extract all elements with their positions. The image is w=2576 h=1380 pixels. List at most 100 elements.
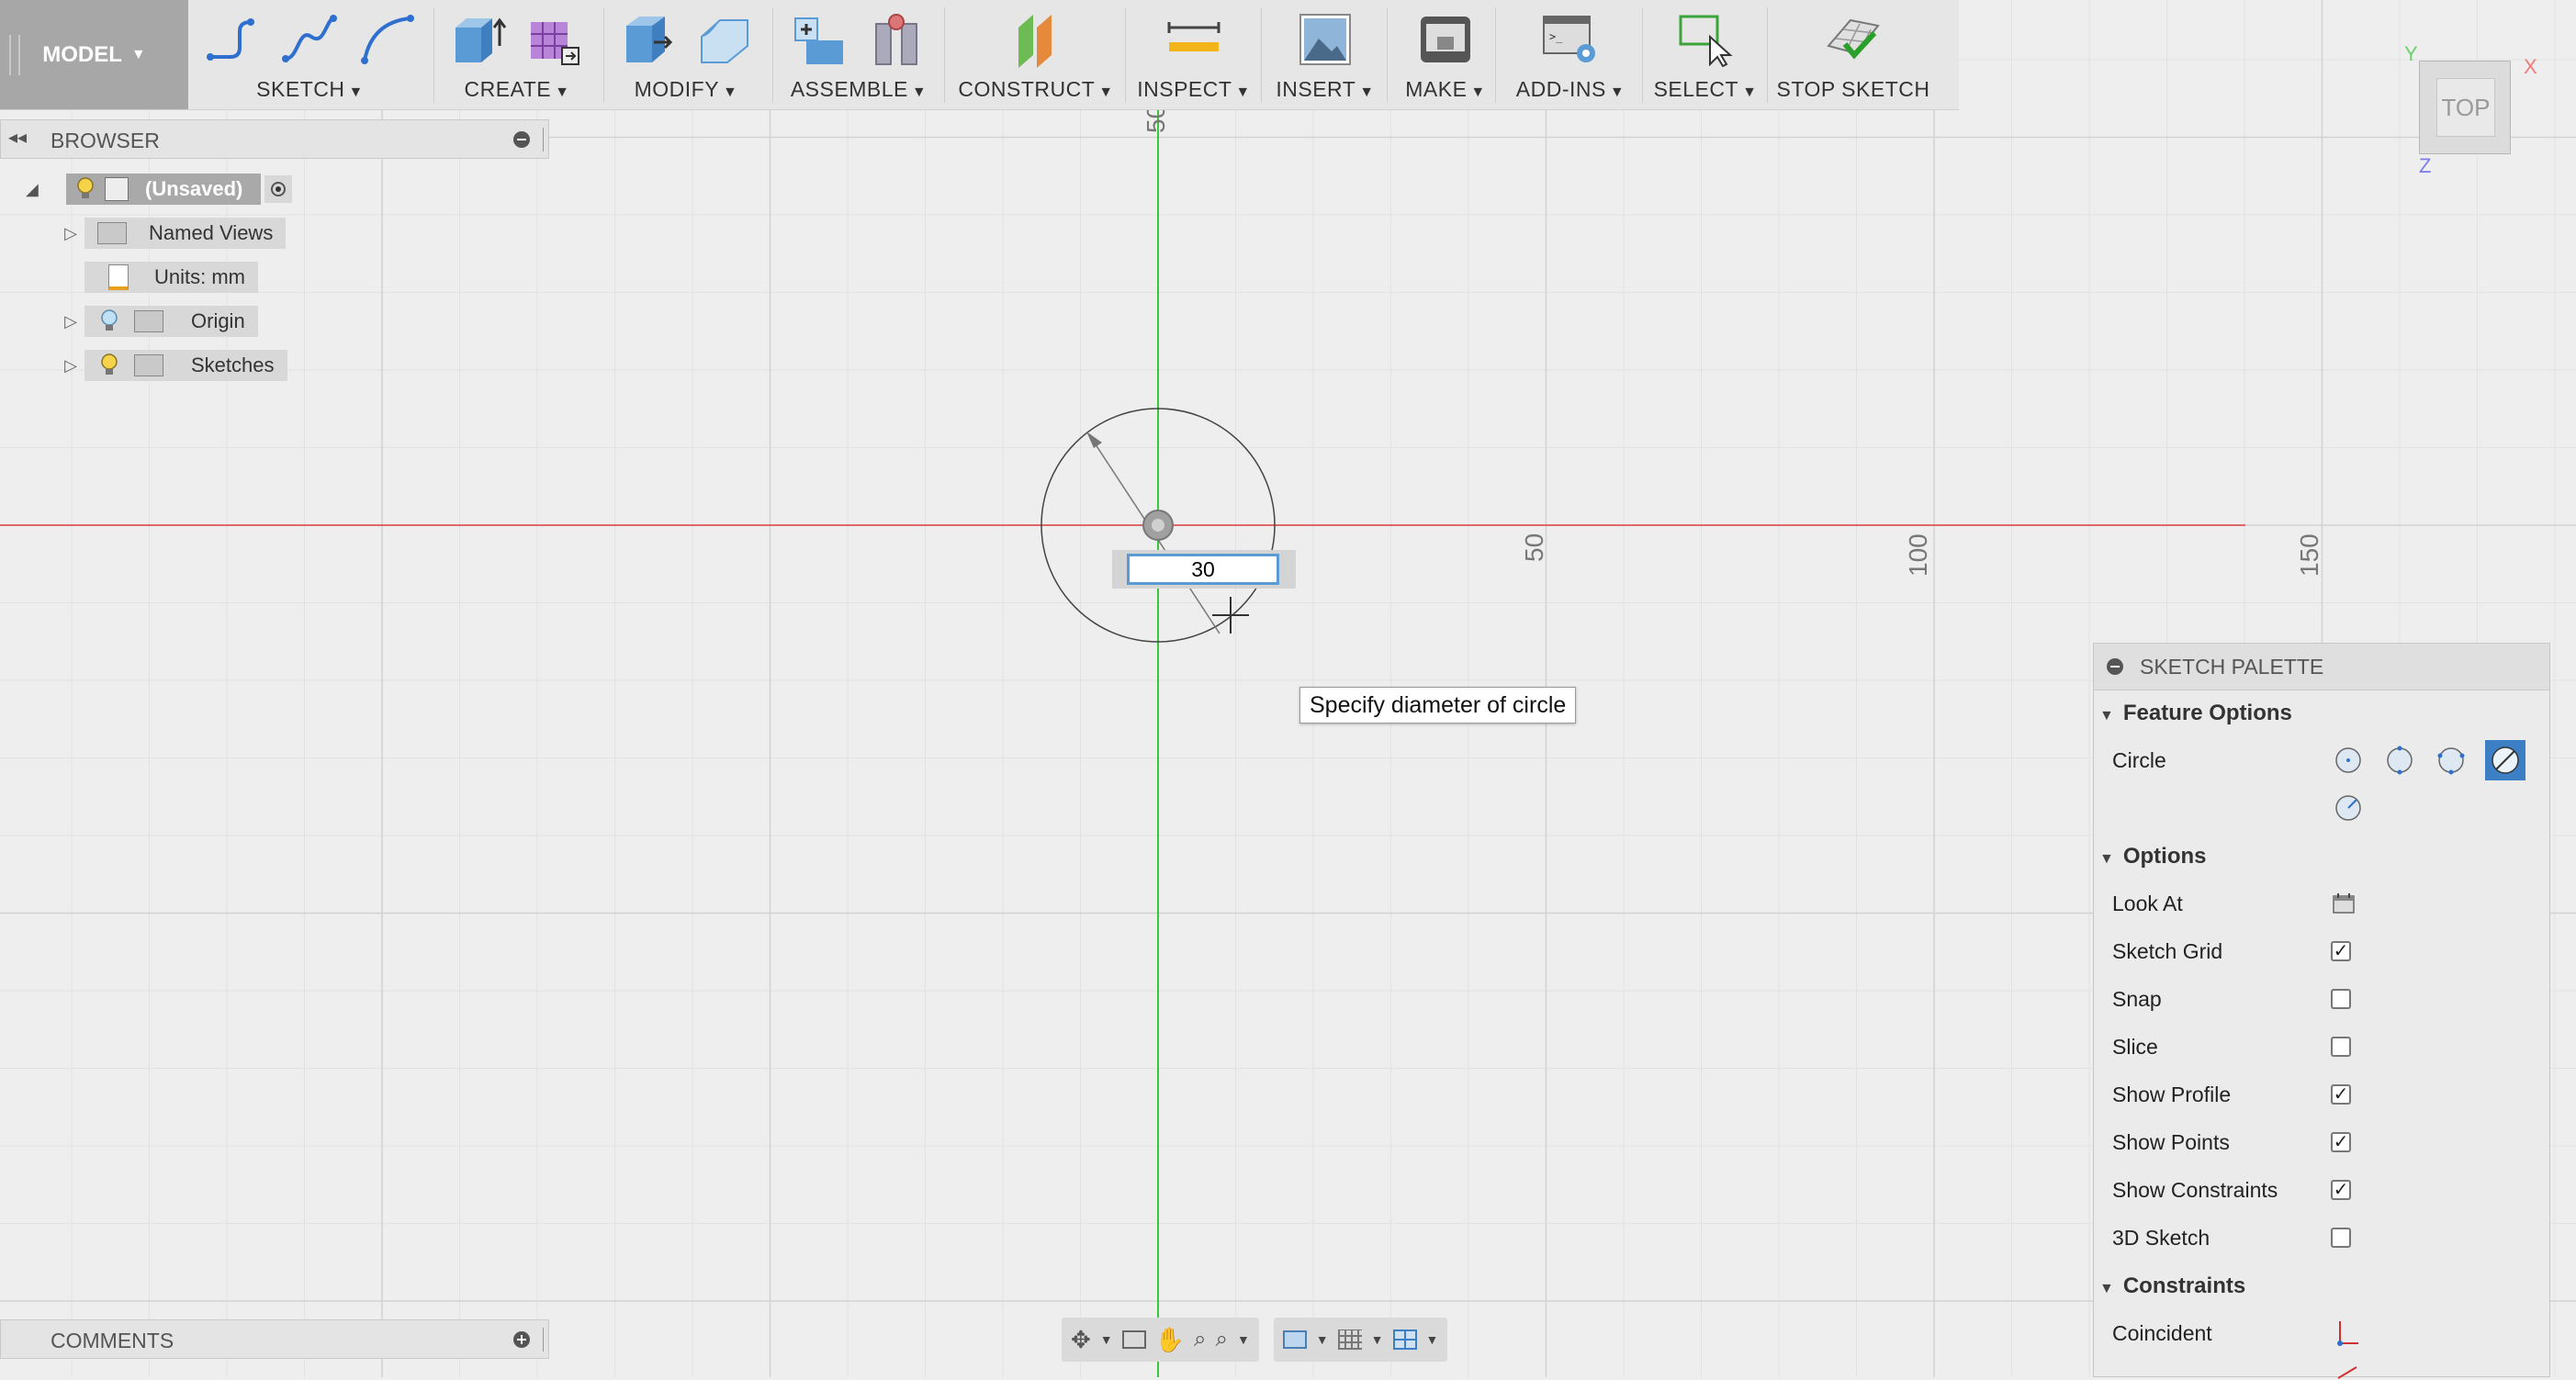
toolbar-grip[interactable] bbox=[9, 35, 20, 75]
pan-hand-icon[interactable]: ✋ bbox=[1155, 1326, 1185, 1354]
press-pull-icon[interactable] bbox=[617, 9, 678, 70]
show-constraints-checkbox[interactable]: ✓ bbox=[2331, 1180, 2351, 1200]
expand-triangle-icon[interactable]: ▷ bbox=[57, 224, 84, 243]
panel-resize-grip[interactable] bbox=[543, 128, 546, 151]
insert-image-icon[interactable] bbox=[1295, 9, 1355, 70]
browser-item-origin[interactable]: ▷ Origin bbox=[57, 306, 258, 337]
comments-panel-header[interactable]: COMMENTS bbox=[0, 1319, 549, 1359]
collapse-triangle-icon[interactable]: ◢ bbox=[26, 180, 66, 199]
chevron-down-icon[interactable]: ▼ bbox=[1100, 1332, 1113, 1347]
collinear-constraint-icon[interactable] bbox=[2334, 1365, 2360, 1380]
sketch-grid-checkbox[interactable]: ✓ bbox=[2331, 941, 2351, 961]
lightbulb-icon[interactable] bbox=[99, 353, 119, 378]
browser-panel-header[interactable]: ◂◂ BROWSER bbox=[0, 119, 549, 159]
construct-menu-label[interactable]: CONSTRUCT ▼ bbox=[949, 77, 1123, 102]
display-settings-icon[interactable] bbox=[1282, 1330, 1307, 1349]
look-at-nav-icon[interactable] bbox=[1121, 1330, 1146, 1349]
grid-settings-icon[interactable] bbox=[1337, 1330, 1362, 1350]
sketch-menu-label[interactable]: SKETCH ▼ bbox=[193, 77, 427, 102]
line-icon[interactable] bbox=[203, 9, 264, 70]
slice-checkbox[interactable] bbox=[2331, 1037, 2351, 1057]
toolbar-group-construct[interactable]: CONSTRUCT ▼ bbox=[949, 0, 1123, 109]
offset-plane-icon[interactable] bbox=[1006, 9, 1066, 70]
scripts-icon[interactable]: >_ bbox=[1540, 9, 1601, 70]
zoom-icon[interactable]: ⌕ bbox=[1194, 1327, 1206, 1352]
three-point-circle-icon[interactable] bbox=[2434, 743, 2469, 778]
show-profile-checkbox[interactable]: ✓ bbox=[2331, 1084, 2351, 1105]
tangent-circle-icon[interactable] bbox=[2331, 791, 2366, 825]
insert-menu-label[interactable]: INSERT ▼ bbox=[1266, 77, 1385, 102]
zoom-window-icon[interactable]: ⌕ bbox=[1215, 1327, 1227, 1352]
arc-icon[interactable] bbox=[357, 9, 418, 70]
3d-sketch-label: 3D Sketch bbox=[2112, 1226, 2210, 1250]
main-toolbar: MODEL ▼ SKETCH ▼ CREATE ▼ MODIFY ▼ ASSEMBLE bbox=[0, 0, 1959, 110]
sketch-palette-header[interactable]: SKETCH PALETTE bbox=[2094, 644, 2549, 690]
toolbar-group-make[interactable]: MAKE ▼ bbox=[1390, 0, 1501, 109]
axis-label-y: Y bbox=[2404, 42, 2418, 65]
minimize-browser-icon[interactable] bbox=[513, 131, 530, 148]
show-points-checkbox[interactable]: ✓ bbox=[2331, 1132, 2351, 1152]
viewports-icon[interactable] bbox=[1392, 1330, 1417, 1350]
inspect-menu-label[interactable]: INSPECT ▼ bbox=[1130, 77, 1258, 102]
toolbar-group-create[interactable]: CREATE ▼ bbox=[439, 0, 595, 109]
form-icon[interactable] bbox=[525, 9, 586, 70]
chevron-down-icon[interactable]: ▼ bbox=[1371, 1332, 1384, 1347]
diameter-input[interactable] bbox=[1127, 554, 1279, 585]
select-menu-label[interactable]: SELECT ▼ bbox=[1646, 77, 1765, 102]
viewcube[interactable]: Y X Z TOP bbox=[2397, 37, 2553, 193]
collapse-panel-icon[interactable]: ◂◂ bbox=[8, 126, 27, 149]
lightbulb-icon[interactable] bbox=[99, 309, 119, 334]
toolbar-group-insert[interactable]: INSERT ▼ bbox=[1266, 0, 1385, 109]
minimize-palette-icon[interactable] bbox=[2107, 658, 2123, 675]
fillet-icon[interactable] bbox=[694, 9, 755, 70]
toolbar-group-select[interactable]: SELECT ▼ bbox=[1646, 0, 1765, 109]
toolbar-group-inspect[interactable]: INSPECT ▼ bbox=[1130, 0, 1258, 109]
browser-item-named-views[interactable]: ▷ Named Views bbox=[57, 218, 287, 249]
select-window-icon[interactable] bbox=[1675, 9, 1736, 70]
expand-comments-icon[interactable] bbox=[513, 1331, 530, 1348]
addins-menu-label[interactable]: ADD-INS ▼ bbox=[1499, 77, 1642, 102]
viewcube-body[interactable]: TOP bbox=[2419, 61, 2511, 154]
measure-icon[interactable] bbox=[1164, 9, 1224, 70]
browser-item-units[interactable]: Units: mm bbox=[84, 262, 258, 293]
3d-print-icon[interactable] bbox=[1415, 9, 1476, 70]
new-component-icon[interactable] bbox=[790, 9, 850, 70]
workspace-switcher[interactable]: MODEL ▼ bbox=[0, 0, 188, 109]
feature-options-section[interactable]: ▼ Feature Options bbox=[2094, 701, 2292, 726]
expand-triangle-icon[interactable]: ▷ bbox=[57, 356, 84, 376]
spline-icon[interactable] bbox=[280, 9, 341, 70]
two-point-circle-icon[interactable] bbox=[2382, 743, 2417, 778]
orbit-icon[interactable]: ✥ bbox=[1071, 1326, 1091, 1354]
chevron-down-icon[interactable]: ▼ bbox=[1316, 1332, 1329, 1347]
expand-triangle-icon[interactable]: ▷ bbox=[57, 312, 84, 331]
coincident-constraint-icon[interactable] bbox=[2334, 1319, 2360, 1347]
diameter-dimension-icon[interactable] bbox=[2485, 740, 2525, 780]
panel-resize-grip[interactable] bbox=[543, 1328, 546, 1352]
chevron-down-icon[interactable]: ▼ bbox=[1237, 1332, 1250, 1347]
stop-sketch-button[interactable]: STOP SKETCH bbox=[1771, 0, 1936, 109]
chevron-down-icon[interactable]: ▼ bbox=[1426, 1332, 1439, 1347]
make-menu-label[interactable]: MAKE ▼ bbox=[1390, 77, 1501, 102]
toolbar-group-sketch[interactable]: SKETCH ▼ bbox=[193, 0, 427, 109]
toolbar-group-addins[interactable]: >_ ADD-INS ▼ bbox=[1499, 0, 1642, 109]
create-menu-label[interactable]: CREATE ▼ bbox=[439, 77, 595, 102]
constraints-section[interactable]: ▼ Constraints bbox=[2094, 1273, 2245, 1299]
center-diameter-circle-icon[interactable] bbox=[2331, 743, 2366, 778]
snap-checkbox[interactable] bbox=[2331, 989, 2351, 1009]
sketch-palette: SKETCH PALETTE ▼ Feature Options Circle ▼… bbox=[2093, 643, 2550, 1380]
joint-icon[interactable] bbox=[867, 9, 928, 70]
lightbulb-icon[interactable] bbox=[75, 176, 96, 202]
assemble-menu-label[interactable]: ASSEMBLE ▼ bbox=[777, 77, 940, 102]
browser-root-row[interactable]: ◢ (Unsaved) bbox=[26, 174, 293, 205]
options-section[interactable]: ▼ Options bbox=[2094, 844, 2207, 870]
activate-radio-icon[interactable] bbox=[264, 175, 293, 203]
toolbar-group-modify[interactable]: MODIFY ▼ bbox=[608, 0, 764, 109]
look-at-icon[interactable] bbox=[2331, 892, 2357, 915]
toolbar-group-assemble[interactable]: ASSEMBLE ▼ bbox=[777, 0, 940, 109]
browser-item-sketches[interactable]: ▷ Sketches bbox=[57, 350, 287, 381]
viewcube-face-top[interactable]: TOP bbox=[2436, 78, 2495, 137]
root-document-node[interactable]: (Unsaved) bbox=[66, 174, 262, 205]
modify-menu-label[interactable]: MODIFY ▼ bbox=[608, 77, 764, 102]
extrude-icon[interactable] bbox=[448, 9, 509, 70]
3d-sketch-checkbox[interactable] bbox=[2331, 1228, 2351, 1248]
